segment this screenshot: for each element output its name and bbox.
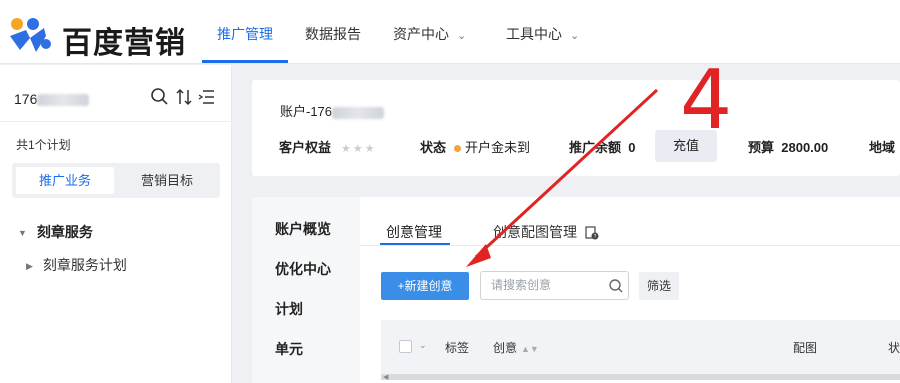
account-id: 176: [14, 91, 90, 107]
nav-tool-center-label: 工具中心: [506, 26, 562, 42]
nav-asset-center-label: 资产中心: [393, 26, 449, 42]
column-image[interactable]: 配图: [793, 339, 817, 356]
top-nav: 百度营销 推广管理 数据报告 资产中心 ⌄ 工具中心 ⌄: [0, 0, 900, 64]
tree-item-seal-service-plan[interactable]: ▶ 刻章服务计划: [26, 255, 127, 275]
filter-button[interactable]: 筛选: [639, 272, 679, 300]
search-icon[interactable]: [608, 278, 624, 294]
tree-item-seal-service[interactable]: ▼ 刻章服务: [18, 222, 93, 242]
tree-item-label: 刻章服务: [36, 224, 93, 240]
svg-text:?: ?: [594, 234, 597, 240]
tab-creative-image-label: 创意配图管理: [493, 224, 577, 240]
scroll-left-arrow-icon[interactable]: ◀: [383, 373, 388, 381]
horizontal-scrollbar[interactable]: ◀: [381, 373, 900, 381]
active-nav-indicator: [202, 60, 288, 63]
search-icon[interactable]: [150, 87, 170, 107]
caret-right-icon: ▶: [26, 260, 33, 271]
account-status: 状态 开户金未到: [420, 137, 530, 156]
plan-count: 共1个计划: [16, 138, 71, 152]
menu-optimization-center[interactable]: 优化中心: [275, 259, 331, 279]
nav-data-report[interactable]: 数据报告: [305, 24, 361, 44]
chevron-down-icon: ⌄: [457, 30, 467, 42]
table-header: ⌄ 标签 创意 ▲▼ 配图 状: [381, 320, 900, 374]
tab-divider: [360, 245, 900, 246]
region-label: 地域: [869, 140, 896, 155]
menu-plan[interactable]: 计划: [275, 299, 303, 319]
status-dot-icon: [454, 145, 462, 153]
column-creative-label: 创意: [493, 341, 518, 355]
help-doc-icon[interactable]: ?: [585, 226, 599, 240]
brand-name: 百度营销: [62, 26, 186, 61]
budget-label: 预算: [748, 140, 775, 155]
customer-rights-label: 客户权益: [279, 140, 332, 155]
sidebar-tabs: 推广业务 营销目标: [12, 163, 220, 198]
nav-asset-center[interactable]: 资产中心 ⌄: [393, 24, 466, 44]
balance-label: 推广余额: [569, 140, 622, 155]
caret-down-icon: ▼: [18, 228, 27, 239]
sidebar: 176 共1个计划 推广业务 营销目标 ▼ 刻章服务 ▶ 刻章服务计划: [0, 65, 232, 383]
budget-value: 2800.00: [781, 140, 829, 155]
account-title-prefix: 账户-176: [280, 104, 333, 119]
budget: 预算 2800.00: [748, 137, 828, 156]
chevron-down-icon: ⌄: [570, 30, 580, 42]
tab-creative-management[interactable]: 创意管理: [386, 222, 442, 242]
region[interactable]: 地域: [869, 137, 895, 156]
creative-search: [480, 271, 629, 300]
menu-unit[interactable]: 单元: [275, 339, 303, 359]
column-creative[interactable]: 创意 ▲▼: [493, 339, 539, 356]
account-title-redacted: [332, 106, 385, 119]
nav-promotion-management[interactable]: 推广管理: [217, 24, 273, 44]
column-tags[interactable]: 标签: [445, 339, 469, 356]
column-status[interactable]: 状: [888, 339, 900, 356]
status-value: 开户金未到: [465, 140, 531, 155]
sort-icon: ▲▼: [521, 344, 539, 354]
account-id-prefix: 176: [14, 91, 38, 107]
account-id-redacted: [37, 94, 90, 107]
tab-promotion-business[interactable]: 推广业务: [16, 167, 114, 194]
sidebar-tools: [150, 87, 222, 109]
select-all-checkbox[interactable]: [399, 340, 412, 353]
sidebar-divider: [0, 121, 232, 122]
tab-creative-image-management[interactable]: 创意配图管理 ?: [493, 222, 599, 242]
nav-tool-center[interactable]: 工具中心 ⌄: [506, 24, 579, 44]
list-menu-icon[interactable]: [198, 87, 216, 107]
balance-value: 0: [628, 140, 636, 155]
menu-account-overview[interactable]: 账户概览: [275, 219, 331, 239]
new-creative-button[interactable]: +新建创意: [381, 272, 469, 300]
rating-stars-icon: ★★★: [341, 143, 377, 155]
secondary-menu: 账户概览 优化中心 计划 单元: [252, 197, 360, 383]
chevron-down-icon[interactable]: ⌄: [419, 340, 427, 351]
sort-icon[interactable]: [175, 87, 193, 107]
tab-marketing-goal[interactable]: 营销目标: [118, 167, 216, 194]
promotion-balance: 推广余额 0: [569, 137, 635, 156]
baidu-marketing-logo[interactable]: 百度营销: [6, 12, 196, 61]
status-label: 状态: [420, 140, 447, 155]
account-title: 账户-176: [280, 101, 385, 120]
search-input[interactable]: [491, 278, 601, 292]
annotation-number: 4: [680, 53, 733, 148]
tree-item-label: 刻章服务计划: [42, 257, 127, 273]
creative-panel: 创意管理 创意配图管理 ? +新建创意 筛选 ⌄ 标签 创意▲▼ 配图 状 ◀: [360, 197, 900, 383]
account-info-card: 账户-176 客户权益 ★★★ 状态 开户金未到 推广余额 0 充值 预算 2800…: [252, 80, 900, 176]
logo-mark-icon: [10, 18, 51, 52]
customer-rights: 客户权益 ★★★: [279, 137, 377, 156]
